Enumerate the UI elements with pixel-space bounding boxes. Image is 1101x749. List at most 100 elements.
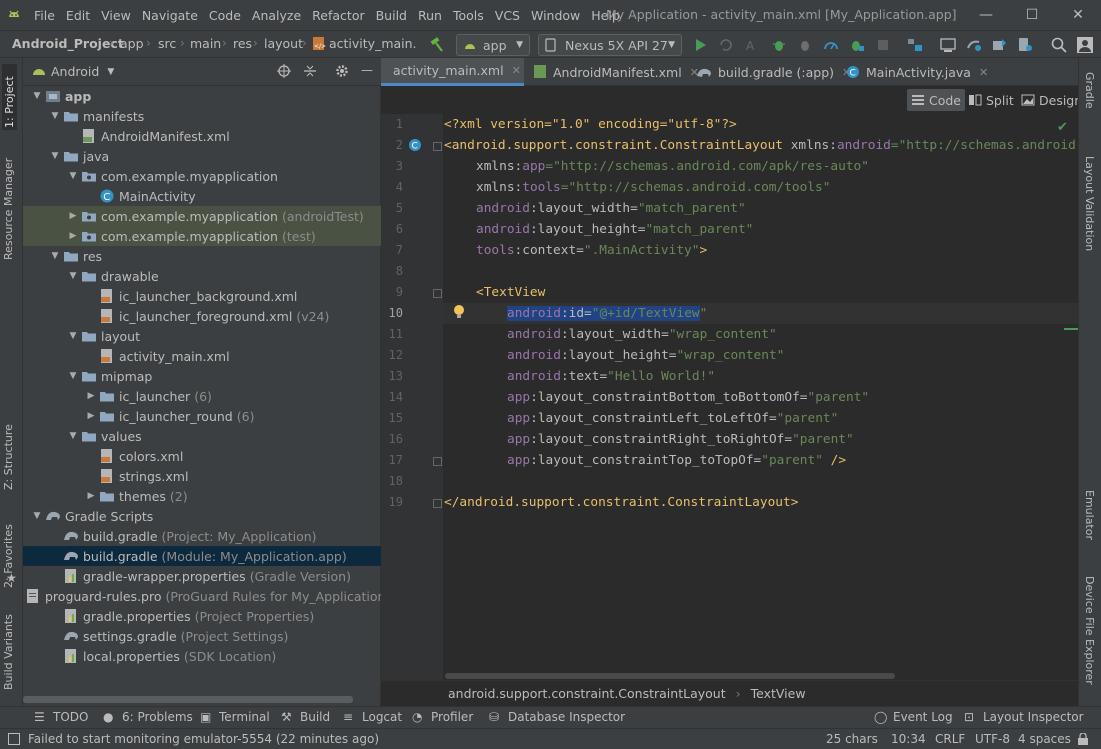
user-avatar-icon[interactable] [1076,36,1094,54]
fold-icon[interactable] [433,142,442,151]
fold-icon[interactable] [433,457,442,466]
maximize-button[interactable]: ☐ [1009,0,1055,30]
chevron-right-icon[interactable]: ▶ [85,391,97,401]
tool-button-database-inspector[interactable]: ⛁ Database Inspector [489,710,625,724]
chevron-down-icon[interactable]: ▼ [67,431,79,441]
menu-file[interactable]: File [34,8,55,23]
hide-panel-icon[interactable]: — [361,63,373,77]
tree-item[interactable]: ▶ ic_launcher_round (6) [23,406,381,426]
run-config-select[interactable]: app ▼ [456,34,530,56]
code-editor[interactable]: <?xml version="1.0" encoding="utf-8"?> <… [443,114,1078,680]
tree-item[interactable]: ▼ mipmap [23,366,381,386]
tree-item[interactable]: ▼ com.example.myapplication [23,166,381,186]
menu-navigate[interactable]: Navigate [142,8,198,23]
attach-to-process-icon[interactable] [848,36,866,54]
split-mode-button[interactable]: Split [964,89,1018,111]
chevron-down-icon[interactable]: ▼ [31,511,43,521]
tree-item[interactable]: ▶ com.example.myapplication (androidTest) [23,206,381,226]
chevron-right-icon[interactable]: ▶ [67,211,79,221]
breadcrumb-layout[interactable]: layout [264,36,303,51]
fold-icon[interactable] [433,289,442,298]
tree-item[interactable]: build.gradle (Project: My_Application) [23,526,381,546]
project-structure-icon[interactable] [906,36,924,54]
close-tab-icon[interactable]: ✕ [979,66,988,79]
chevron-down-icon[interactable]: ▼ [67,371,79,381]
apply-changes-icon[interactable] [717,36,735,54]
tree-item[interactable]: colors.xml [23,446,381,466]
tool-button-todo[interactable]: ☰ TODO [34,710,88,724]
lock-icon[interactable] [1077,733,1089,746]
project-horizontal-scrollbar[interactable] [23,696,353,703]
tab-main-activity[interactable]: C MainActivity.java ✕ [840,58,994,86]
editor-crumb-root[interactable]: android.support.constraint.ConstraintLay… [448,686,726,701]
sync-gradle-icon[interactable] [965,36,983,54]
tab-build-gradle[interactable]: build.gradle (:app) ✕ [690,58,857,86]
tool-tab-structure[interactable]: Z: Structure [2,410,15,490]
tool-button-event-log[interactable]: ◯ Event Log [874,710,953,724]
tool-button-profiler[interactable]: ◔ Profiler [412,710,473,724]
tree-item[interactable]: build.gradle (Module: My_Application.app) [23,546,381,566]
debug-icon[interactable] [770,36,788,54]
close-button[interactable]: ✕ [1055,0,1101,30]
minimize-button[interactable]: — [963,0,1009,30]
status-window-icon[interactable] [8,733,20,745]
tool-tab-emulator[interactable]: Emulator [1083,490,1096,540]
tree-item[interactable]: ▼ layout [23,326,381,346]
tab-android-manifest[interactable]: AndroidManifest.xml ✕ [527,58,705,86]
breadcrumb-src[interactable]: src [158,36,176,51]
tool-tab-layout-validation[interactable]: Layout Validation [1083,156,1096,251]
tab-activity-main[interactable]: activity_main.xml ✕ [381,58,524,86]
breadcrumb-res[interactable]: res [233,36,252,51]
menu-tools[interactable]: Tools [453,8,484,23]
breadcrumb-project[interactable]: Android_Project [12,36,124,51]
apply-code-changes-icon[interactable]: A [744,36,762,54]
menu-run[interactable]: Run [418,8,442,23]
tree-item[interactable]: ▶ com.example.myapplication (test) [23,226,381,246]
editor-crumb-textview[interactable]: TextView [751,686,806,701]
status-message[interactable]: Failed to start monitoring emulator-5554… [28,732,379,746]
breadcrumb-file[interactable]: activity_main.xml [329,36,417,51]
menu-refactor[interactable]: Refactor [312,8,364,23]
tool-tab-build-variants[interactable]: Build Variants [2,604,15,690]
code-mode-button[interactable]: Code [907,89,966,111]
tool-button-problems[interactable]: ● 6: Problems [103,710,193,724]
tool-button-logcat[interactable]: ≡ Logcat [343,710,402,724]
chevron-right-icon[interactable]: ▶ [85,491,97,501]
tool-tab-gradle[interactable]: Gradle [1083,72,1096,109]
tree-item[interactable]: ▶ themes (2) [23,486,381,506]
tree-item[interactable]: ▼ manifests [23,106,381,126]
tool-button-build[interactable]: ⚒ Build [281,710,330,724]
tree-item[interactable]: activity_main.xml [23,346,381,366]
stop-icon[interactable] [874,36,892,54]
tree-item[interactable]: gradle.properties (Project Properties) [23,606,381,626]
tool-tab-project[interactable]: 1: Project [2,64,17,130]
breadcrumb-main[interactable]: main [190,36,221,51]
menu-window[interactable]: Window [531,8,580,23]
menu-analyze[interactable]: Analyze [252,8,301,23]
chevron-down-icon[interactable]: ▼ [31,91,43,101]
status-indent[interactable]: 4 spaces [1018,732,1071,746]
chevron-down-icon[interactable]: ▼ [49,151,61,161]
menu-code[interactable]: Code [209,8,241,23]
attach-debugger-icon[interactable] [796,36,814,54]
avd-manager-icon[interactable] [1016,36,1034,54]
close-tab-icon[interactable]: ✕ [512,64,521,77]
tree-item[interactable]: proguard-rules.pro (ProGuard Rules for My… [23,586,385,606]
editor-horizontal-scrollbar[interactable] [445,673,895,679]
project-view-select[interactable]: Android ▼ [51,64,114,79]
menu-edit[interactable]: Edit [66,8,90,23]
profiler-icon[interactable] [822,36,840,54]
no-problems-check-icon[interactable]: ✔ [1057,120,1068,135]
tree-item[interactable]: ▶ ic_launcher (6) [23,386,381,406]
tree-item[interactable]: gradle-wrapper.properties (Gradle Version… [23,566,381,586]
tree-item[interactable]: ic_launcher_background.xml [23,286,381,306]
tool-tab-resource-manager[interactable]: Resource Manager [2,154,15,260]
class-gutter-icon[interactable]: C [408,138,422,152]
collapse-all-icon[interactable] [303,64,317,78]
hammer-icon[interactable] [428,36,446,54]
tool-button-terminal[interactable]: ▣ Terminal [200,710,270,724]
breadcrumb-app[interactable]: app [120,36,144,51]
tree-item[interactable]: settings.gradle (Project Settings) [23,626,381,646]
status-encoding[interactable]: UTF-8 [975,732,1010,746]
tree-item[interactable]: ic_launcher_foreground.xml (v24) [23,306,381,326]
